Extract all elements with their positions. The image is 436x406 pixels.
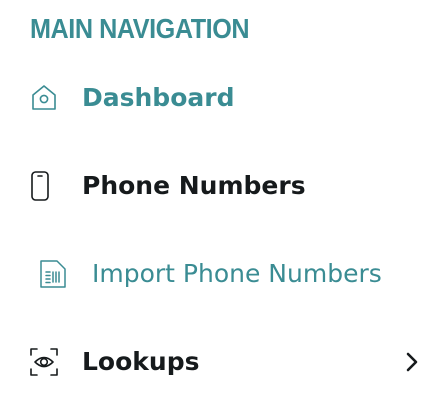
sim-card-icon bbox=[37, 258, 69, 290]
phone-icon bbox=[24, 170, 56, 202]
nav-item-import-phone-numbers[interactable]: Import Phone Numbers bbox=[0, 246, 436, 302]
nav-item-label: Phone Numbers bbox=[82, 171, 306, 200]
main-navigation: MAIN NAVIGATION Dashboard Phone Numbers bbox=[0, 0, 436, 406]
eye-scan-icon bbox=[28, 346, 60, 378]
section-title: MAIN NAVIGATION bbox=[30, 13, 250, 44]
nav-item-label: Dashboard bbox=[82, 83, 235, 112]
nav-item-dashboard[interactable]: Dashboard bbox=[0, 70, 436, 126]
chevron-right-icon[interactable] bbox=[400, 350, 424, 374]
nav-item-lookups[interactable]: Lookups bbox=[0, 334, 436, 390]
nav-item-label: Lookups bbox=[82, 347, 200, 376]
home-icon bbox=[28, 82, 60, 114]
nav-item-label: Import Phone Numbers bbox=[92, 259, 382, 288]
nav-item-phone-numbers[interactable]: Phone Numbers bbox=[0, 158, 436, 214]
